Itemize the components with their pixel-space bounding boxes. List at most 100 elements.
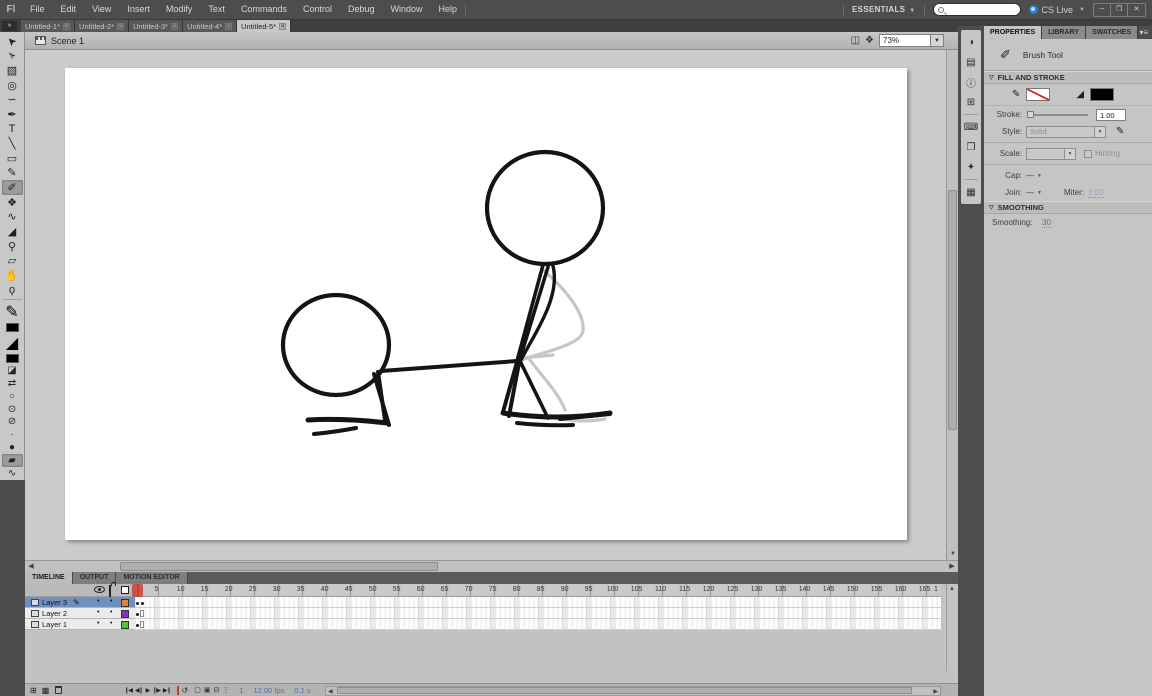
close-tab-icon[interactable]: ✕ <box>225 23 232 30</box>
restore-button[interactable]: ❐ <box>1111 4 1128 16</box>
hand-tool[interactable]: ✋ <box>2 268 23 283</box>
stroke-color-swatch[interactable] <box>6 323 19 332</box>
show-hide-all-layers-icon[interactable] <box>94 586 105 593</box>
panel-menu-icon[interactable]: ▾≡ <box>1139 26 1152 39</box>
brush-size-small[interactable]: · <box>2 428 23 441</box>
onion-skin-outlines-button[interactable]: ⊟ <box>213 686 219 694</box>
tab-library[interactable]: LIBRARY <box>1042 26 1086 39</box>
lasso-tool[interactable]: ∽ <box>2 93 23 108</box>
keyframe-dot[interactable] <box>141 602 144 605</box>
document-tab[interactable]: Untitled-1*✕ <box>21 20 75 32</box>
timeline-vertical-scrollbar[interactable]: ▲ <box>946 584 958 671</box>
vertical-scrollbar-thumb[interactable] <box>948 190 957 430</box>
paint-bucket-tool[interactable]: ◢ <box>2 224 23 239</box>
rectangle-tool[interactable]: ▭ <box>2 151 23 166</box>
color-panel-icon[interactable]: ◑ <box>961 32 981 52</box>
menu-edit[interactable]: Edit <box>53 0 85 19</box>
close-button[interactable]: ✕ <box>1128 4 1145 16</box>
document-tab[interactable]: Untitled-4*✕ <box>183 20 237 32</box>
eraser-tool[interactable]: ▱ <box>2 253 23 268</box>
layer-name[interactable]: Layer 1 <box>42 620 67 629</box>
close-tab-icon[interactable]: ✕ <box>279 23 286 30</box>
miter-value[interactable]: 3.00 <box>1088 188 1104 198</box>
layer-visibility-dot[interactable]: • <box>97 620 99 627</box>
current-frame-value[interactable]: 1 <box>239 686 243 695</box>
new-folder-button[interactable]: ▩ <box>42 686 50 695</box>
motion-presets-panel-icon[interactable]: ✦ <box>961 157 981 177</box>
stage-horizontal-scrollbar[interactable]: ◀ ▶ <box>25 560 958 572</box>
workspace-switcher[interactable]: ESSENTIALS▼ <box>852 5 915 14</box>
chevron-down-icon[interactable]: ▼ <box>1037 173 1042 179</box>
close-tab-icon[interactable]: ✕ <box>171 23 178 30</box>
brush-tool[interactable]: ✐ <box>2 180 23 195</box>
layer-lock-dot[interactable]: • <box>110 598 112 605</box>
elapsed-time-value[interactable]: 0.1 s <box>294 686 310 695</box>
go-to-last-frame-button[interactable]: ▶❙ <box>163 687 171 694</box>
scroll-right-icon[interactable]: ▶ <box>947 562 957 572</box>
cs-live-button[interactable]: CS Live ▼ <box>1029 5 1085 15</box>
menu-modify[interactable]: Modify <box>158 0 201 19</box>
tab-timeline[interactable]: TIMELINE <box>25 572 73 584</box>
line-tool[interactable]: ╲ <box>2 136 23 151</box>
layer-outline-color[interactable] <box>121 610 129 618</box>
cap-value[interactable]: — <box>1026 171 1034 180</box>
fill-color-swatch[interactable] <box>1090 88 1114 101</box>
smoothing-option[interactable]: ∿ <box>2 467 23 480</box>
edit-stroke-style-icon[interactable]: ✎ <box>1116 126 1124 137</box>
free-transform-tool[interactable]: ▧ <box>2 63 23 78</box>
delete-layer-button[interactable] <box>55 686 62 694</box>
playhead[interactable] <box>132 584 143 597</box>
menu-insert[interactable]: Insert <box>119 0 158 19</box>
stroke-value-input[interactable]: 1.00 <box>1096 109 1126 121</box>
menu-debug[interactable]: Debug <box>340 0 383 19</box>
pencil-tool[interactable]: ✎ <box>2 166 23 181</box>
menu-control[interactable]: Control <box>295 0 340 19</box>
minimize-button[interactable]: ─ <box>1094 4 1111 16</box>
zoom-tool[interactable]: ϙ <box>2 283 23 298</box>
layer-outline-color[interactable] <box>121 599 129 607</box>
step-forward-button[interactable]: ❙▶ <box>152 687 160 694</box>
stroke-slider[interactable] <box>1028 114 1088 116</box>
bone-tool[interactable]: ∿ <box>2 210 23 225</box>
close-tab-icon[interactable]: ✕ <box>63 23 70 30</box>
layer-row[interactable]: Layer 2•• <box>25 608 135 619</box>
fill-and-stroke-section-header[interactable]: ▽ FILL AND STROKE <box>984 71 1152 84</box>
step-back-button[interactable]: ◀❙ <box>135 687 143 694</box>
brush-size-option[interactable]: ● <box>2 441 23 454</box>
document-tab[interactable]: Untitled-3*✕ <box>129 20 183 32</box>
layer-name[interactable]: Layer 3 <box>42 598 67 607</box>
close-tab-icon[interactable]: ✕ <box>117 23 124 30</box>
play-button[interactable]: ▶ <box>146 687 150 694</box>
layer-visibility-dot[interactable]: • <box>97 598 99 605</box>
swatches-panel-icon[interactable]: ▤ <box>961 52 981 72</box>
menu-file[interactable]: File <box>22 0 53 19</box>
subselection-tool[interactable]: ➢ <box>2 49 23 64</box>
frame-rate-value[interactable]: 12.00 fps <box>254 686 285 695</box>
keyframe-dot[interactable] <box>136 602 139 605</box>
stage-vertical-scrollbar[interactable]: ▼ <box>946 50 958 560</box>
layer-row[interactable]: Layer 3✎•• <box>25 597 135 608</box>
zoom-level-input[interactable]: 73% <box>879 34 931 47</box>
edit-symbols-icon[interactable]: ❖ <box>865 35 874 46</box>
tab-properties[interactable]: PROPERTIES <box>984 26 1042 39</box>
layer-frames[interactable] <box>135 619 941 630</box>
code-snippets-panel-icon[interactable]: ⌨ <box>961 117 981 137</box>
scale-dropdown[interactable]: ▼ <box>1026 148 1076 160</box>
black-white-button[interactable]: ◪ <box>2 364 23 377</box>
tab-swatches[interactable]: SWATCHES <box>1086 26 1138 39</box>
tab-output[interactable]: OUTPUT <box>73 572 117 584</box>
new-layer-button[interactable]: ⊞ <box>30 686 37 695</box>
info-panel-icon[interactable]: ⓘ <box>961 72 981 92</box>
pen-tool[interactable]: ✒ <box>2 107 23 122</box>
eyedropper-tool[interactable]: ⚲ <box>2 239 23 254</box>
menu-window[interactable]: Window <box>383 0 431 19</box>
brush-mode-option[interactable]: ⊘ <box>2 416 23 429</box>
layer-lock-dot[interactable]: • <box>110 620 112 627</box>
menu-help[interactable]: Help <box>431 0 466 19</box>
search-input[interactable] <box>933 3 1021 16</box>
document-tab[interactable]: Untitled-5*✕ <box>237 20 291 32</box>
scroll-right-icon[interactable]: ▶ <box>933 688 938 696</box>
smoothing-section-header[interactable]: ▽ SMOOTHING <box>984 201 1152 214</box>
text-tool[interactable]: T <box>2 122 23 137</box>
style-dropdown[interactable]: Solid ▼ <box>1026 126 1106 138</box>
